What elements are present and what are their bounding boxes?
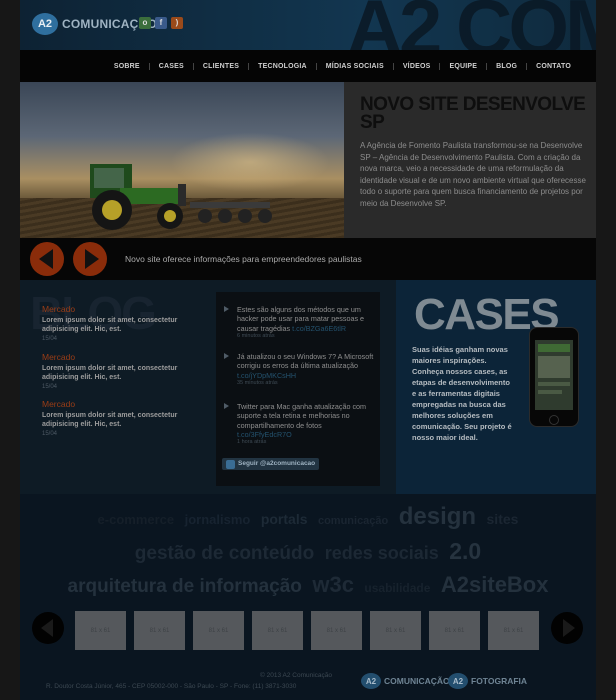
nav-item-tecnologia[interactable]: TECNOLOGIA — [248, 62, 316, 70]
carousel-next-button[interactable] — [551, 612, 583, 644]
post-excerpt[interactable]: Lorem ipsum dolor sit amet, consectetur … — [42, 411, 202, 429]
tweet-link[interactable]: t.co/jYDpMKCsHH — [237, 371, 296, 380]
carousel-prev-button[interactable] — [32, 612, 64, 644]
rss-icon[interactable]: ) — [171, 17, 183, 29]
a2-logo-icon: A2 — [32, 13, 58, 35]
tag-link[interactable]: gestão de conteúdo — [135, 543, 314, 564]
tweet-time: 35 minutos atrás — [237, 379, 278, 386]
carousel-thumbnail[interactable]: 81 x 61 — [429, 611, 480, 650]
tag-link[interactable]: arquitetura de informação — [68, 576, 302, 597]
carousel-thumbnail[interactable]: 81 x 61 — [488, 611, 539, 650]
carousel-thumbnail[interactable]: 81 x 61 — [193, 611, 244, 650]
tag-cloud: e-commerce jornalismo portals comunicaçã… — [20, 494, 596, 625]
feature-description: A Agência de Fomento Paulista transformo… — [360, 141, 586, 208]
social-icons: o f) — [139, 17, 183, 29]
carousel-thumbnail[interactable]: 81 x 61 — [252, 611, 303, 650]
cases-panel[interactable]: CASES Suas idéias ganham novas maiores i… — [396, 280, 596, 494]
bullet-icon — [224, 403, 229, 409]
feature-title[interactable]: NOVO SITE DESENVOLVE SP — [360, 95, 590, 132]
main-nav: SOBRE CASES CLIENTES TECNOLOGIA MÍDIAS SOCIA… — [20, 50, 596, 82]
a2-logo-icon: A2 — [448, 673, 468, 689]
arrow-right-icon — [562, 619, 575, 637]
carousel-thumbnail[interactable]: 81 x 61 — [370, 611, 421, 650]
featured-story: NOVO SITE DESENVOLVE SP A Agência de Fom… — [20, 82, 596, 238]
arrow-right-icon — [84, 249, 99, 269]
tag-link[interactable]: design — [399, 503, 476, 530]
tag-link[interactable]: sites — [487, 511, 519, 527]
tweet-text: Estes são alguns dos métodos que um hack… — [237, 305, 365, 333]
tweet-text: Já atualizou o seu Windows 7? A Microsof… — [237, 352, 374, 380]
post-category[interactable]: Mercado — [42, 304, 202, 314]
feature-photo[interactable] — [20, 82, 344, 238]
bullet-icon — [224, 353, 229, 359]
page: A2 COM A2 COMUNICAÇÃO of) SOBRECASESCLIE… — [20, 0, 596, 700]
blog-post[interactable]: Mercado Lorem ipsum dolor sit amet, conse… — [42, 304, 202, 342]
tag-link[interactable]: comunicação — [318, 515, 388, 527]
twitter-bird-icon — [226, 459, 235, 469]
nav-item-blog[interactable]: BLOG — [486, 62, 526, 70]
carousel-thumbnail[interactable]: 81 x 61 — [134, 611, 185, 650]
nav-item-cases[interactable]: CASES — [148, 62, 193, 70]
post-category[interactable]: Mercado — [42, 399, 202, 409]
nav-item-sobre[interactable]: SOBRE — [105, 63, 149, 70]
bullet-icon — [224, 306, 229, 312]
blog-column: BLOG Mercado Lorem ipsum dolor sit amet, … — [20, 280, 215, 494]
blog-post[interactable]: Mercado Lorem ipsum dolor sit amet, conse… — [42, 352, 202, 390]
tag-link[interactable]: e-commerce — [98, 512, 175, 527]
a2-logo-icon: A2 — [361, 673, 381, 689]
address-text: R. Doutor Costa Júnior, 465 - CEP 05002-… — [46, 683, 297, 690]
tractor-image — [90, 164, 272, 230]
post-date: 15/04 — [42, 384, 58, 390]
footer-logo-comunicacao[interactable]: A2 COMUNICAÇÃO — [361, 673, 450, 689]
thumbnail-carousel: 81 x 61 81 x 61 81 x 61 81 x 61 81 x 61 81 x … — [20, 598, 596, 662]
orkut-icon[interactable]: o — [139, 17, 151, 29]
blog-post[interactable]: Mercado Lorem ipsum dolor sit amet, conse… — [42, 399, 202, 437]
post-category[interactable]: Mercado — [42, 352, 202, 362]
tag-link[interactable]: redes sociais — [325, 543, 439, 563]
tweet-item: Já atualizou o seu Windows 7? A Microsof… — [224, 352, 374, 386]
nav-item-m-dias-sociais[interactable]: MÍDIAS SOCIAIS — [315, 62, 393, 70]
tweet-text: Twitter para Mac ganha atualização com s… — [237, 402, 367, 439]
cases-description: Suas idéias ganham novas maiores inspira… — [412, 345, 512, 442]
tag-link[interactable]: A2siteBox — [441, 572, 549, 597]
nav-item-v-deos[interactable]: VÍDEOS — [392, 62, 440, 70]
tag-link[interactable]: usabilidade — [364, 581, 430, 595]
tag-link[interactable]: portals — [261, 511, 308, 527]
carousel-thumbnail[interactable]: 81 x 61 — [311, 611, 362, 650]
post-excerpt[interactable]: Lorem ipsum dolor sit amet, consectetur … — [42, 316, 202, 334]
tweet-link[interactable]: t.co/BZGa6E6tlR — [292, 324, 346, 333]
smartphone-image — [529, 327, 579, 427]
post-date: 15/04 — [42, 431, 58, 437]
post-date: 15/04 — [42, 336, 58, 342]
tag-link[interactable]: w3c — [312, 572, 354, 597]
nav-item-equipe[interactable]: EQUIPE — [439, 62, 486, 70]
tweet-item: Estes são alguns dos métodos que um hack… — [224, 305, 374, 339]
nav-item-contato[interactable]: CONTATO — [526, 62, 580, 70]
arrow-left-icon — [40, 619, 53, 637]
carousel-thumbnail[interactable]: 81 x 61 — [75, 611, 126, 650]
tweet-link[interactable]: t.co/3FfyEdcR7O — [237, 430, 292, 439]
tweet-time: 1 hora atrás — [237, 439, 267, 446]
copyright-text: © 2013 A2 Comunicação — [260, 672, 333, 679]
tweet-time: 6 minutos atrás — [237, 332, 275, 339]
tag-link[interactable]: jornalismo — [185, 512, 251, 527]
footer: © 2013 A2 Comunicação R. Doutor Costa Jú… — [20, 662, 596, 700]
follow-label: Seguir @a2comunicacao — [238, 460, 316, 467]
tweet-item: Twitter para Mac ganha atualização com s… — [224, 402, 374, 445]
slider-prev-button[interactable] — [30, 242, 64, 276]
content-section: BLOG Mercado Lorem ipsum dolor sit amet, … — [20, 280, 596, 494]
twitter-follow-button[interactable]: Seguir @a2comunicacao — [222, 458, 320, 470]
twitter-feed: Estes são alguns dos métodos que um hack… — [216, 292, 380, 486]
nav-item-clientes[interactable]: CLIENTES — [192, 62, 248, 70]
tag-link[interactable]: 2.0 — [449, 538, 481, 564]
slider-caption[interactable]: Novo site oferece informações para empre… — [125, 254, 362, 264]
slider-next-button[interactable] — [73, 242, 107, 276]
slider-bar: Novo site oferece informações para empre… — [20, 238, 596, 280]
facebook-icon[interactable]: f — [155, 17, 167, 29]
header: A2 COM A2 COMUNICAÇÃO of) — [20, 0, 596, 50]
header-watermark: A2 COM — [346, 0, 596, 50]
arrow-left-icon — [38, 249, 53, 269]
footer-logo-fotografia[interactable]: A2 FOTOGRAFIA — [448, 673, 527, 689]
post-excerpt[interactable]: Lorem ipsum dolor sit amet, consectetur … — [42, 364, 202, 382]
